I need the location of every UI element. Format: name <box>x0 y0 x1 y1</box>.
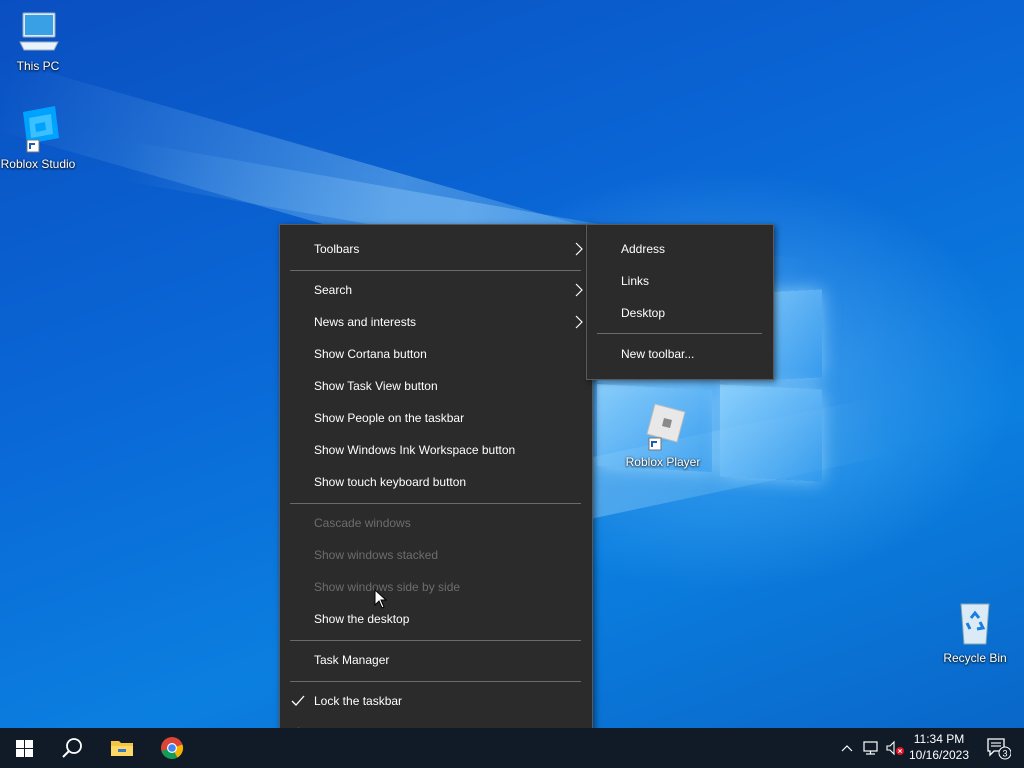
menu-item-label: New toolbar... <box>621 347 695 361</box>
menu-item-label: Search <box>314 283 353 297</box>
notification-icon: 3 <box>987 738 1011 760</box>
network-button[interactable] <box>860 728 882 768</box>
chevron-up-icon <box>841 745 853 752</box>
submenu-item-desktop[interactable]: Desktop <box>587 297 773 329</box>
menu-item-label: Show People on the taskbar <box>314 411 465 425</box>
menu-separator <box>290 503 581 504</box>
volume-muted-icon <box>886 740 904 756</box>
roblox-player-icon <box>646 403 686 451</box>
menu-separator <box>597 333 762 334</box>
action-center-button[interactable]: 3 <box>978 728 1018 768</box>
menu-item-search[interactable]: Search <box>280 274 592 306</box>
menu-item-label: News and interests <box>314 315 417 329</box>
submenu-item-new-toolbar[interactable]: New toolbar... <box>587 338 773 370</box>
computer-icon <box>19 12 59 51</box>
menu-item-toolbars[interactable]: Toolbars <box>280 233 592 265</box>
menu-item-cascade-windows: Cascade windows <box>280 507 592 539</box>
menu-item-show-windows-stacked: Show windows stacked <box>280 539 592 571</box>
menu-separator <box>290 270 581 271</box>
menu-item-show-task-view-button[interactable]: Show Task View button <box>280 370 592 402</box>
menu-item-label: Show Windows Ink Workspace button <box>314 443 516 457</box>
notification-count: 3 <box>1002 749 1007 759</box>
menu-item-label: Show windows stacked <box>314 548 439 562</box>
menu-item-label: Show touch keyboard button <box>314 475 467 489</box>
menu-item-show-windows-ink[interactable]: Show Windows Ink Workspace button <box>280 434 592 466</box>
menu-separator <box>290 640 581 641</box>
chrome-button[interactable] <box>148 728 196 768</box>
taskbar-context-menu: Toolbars Search News and interests Show … <box>279 224 593 759</box>
taskbar[interactable]: 11:34 PM 10/16/2023 3 <box>0 728 1024 768</box>
desktop-icon-label: This PC <box>16 59 60 73</box>
menu-item-label: Cascade windows <box>314 516 411 530</box>
file-explorer-icon <box>111 741 133 756</box>
recycle-bin-icon <box>960 603 990 645</box>
windows-start-icon <box>15 739 33 757</box>
menu-item-label: Address <box>621 242 666 256</box>
recycle-bin-shortcut[interactable]: Recycle Bin <box>937 600 1013 665</box>
menu-item-show-cortana-button[interactable]: Show Cortana button <box>280 338 592 370</box>
submenu-item-address[interactable]: Address <box>587 233 773 265</box>
menu-item-show-windows-side-by-side: Show windows side by side <box>280 571 592 603</box>
desktop-icon-label: Recycle Bin <box>943 651 1007 665</box>
clock-date: 10/16/2023 <box>908 748 970 762</box>
submenu-item-links[interactable]: Links <box>587 265 773 297</box>
menu-item-show-the-desktop[interactable]: Show the desktop <box>280 603 592 635</box>
menu-item-label: Desktop <box>621 306 666 320</box>
mouse-cursor-icon <box>374 588 388 612</box>
chrome-icon <box>161 737 184 759</box>
show-hidden-icons-button[interactable] <box>836 728 858 768</box>
menu-item-label: Show the desktop <box>314 612 410 626</box>
roblox-player-shortcut[interactable]: Roblox Player <box>625 402 701 469</box>
this-pc-shortcut[interactable]: This PC <box>0 8 76 73</box>
search-button[interactable] <box>48 728 96 768</box>
start-button[interactable] <box>0 728 48 768</box>
roblox-studio-icon <box>23 106 59 153</box>
desktop-icon-label: Roblox Studio <box>0 157 76 171</box>
clock-time: 11:34 PM <box>913 732 965 746</box>
search-icon <box>62 738 82 758</box>
menu-item-label: Lock the taskbar <box>314 694 403 708</box>
desktop-icon-label: Roblox Player <box>625 455 701 469</box>
toolbars-submenu: Address Links Desktop New toolbar... <box>586 224 774 380</box>
menu-item-label: Show Cortana button <box>314 347 427 361</box>
menu-separator <box>290 681 581 682</box>
menu-item-news-and-interests[interactable]: News and interests <box>280 306 592 338</box>
menu-item-show-touch-keyboard[interactable]: Show touch keyboard button <box>280 466 592 498</box>
volume-button[interactable] <box>884 728 906 768</box>
menu-item-label: Links <box>621 274 650 288</box>
roblox-studio-shortcut[interactable]: Roblox Studio <box>0 104 76 171</box>
menu-item-lock-the-taskbar[interactable]: Lock the taskbar <box>280 685 592 717</box>
clock[interactable]: 11:34 PM 10/16/2023 <box>904 731 974 763</box>
menu-item-label: Task Manager <box>314 653 390 667</box>
menu-item-label: Show Task View button <box>314 379 438 393</box>
menu-item-show-people[interactable]: Show People on the taskbar <box>280 402 592 434</box>
file-explorer-button[interactable] <box>98 728 146 768</box>
menu-item-label: Toolbars <box>314 242 360 256</box>
network-icon <box>863 741 878 755</box>
menu-item-task-manager[interactable]: Task Manager <box>280 644 592 676</box>
